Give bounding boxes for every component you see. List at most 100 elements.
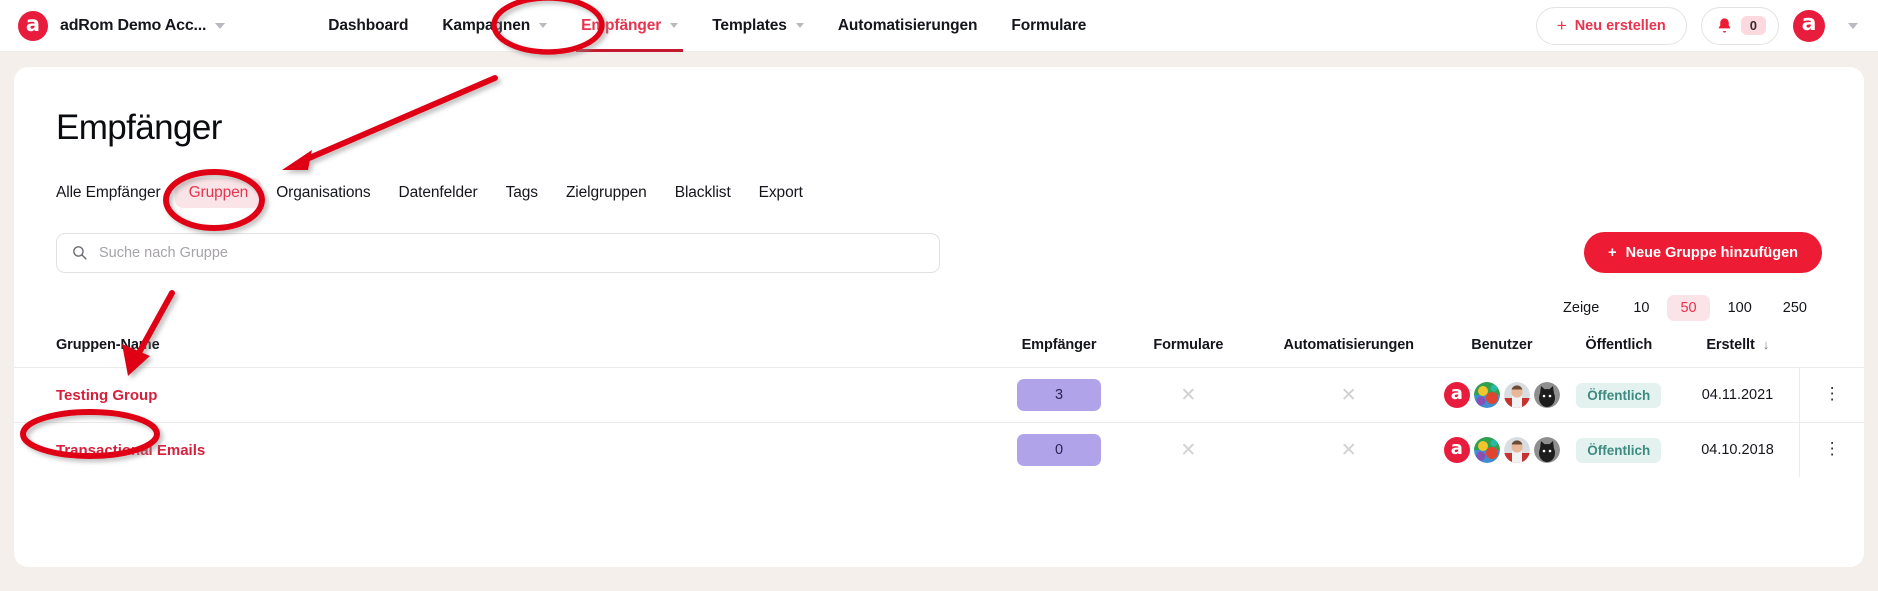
column-header-gruppen-name[interactable]: Gruppen-Name bbox=[14, 331, 997, 368]
cell-created: 04.11.2021 bbox=[1675, 367, 1800, 423]
add-group-button[interactable]: + Neue Gruppe hinzufügen bbox=[1584, 232, 1822, 273]
chevron-down-icon bbox=[670, 23, 679, 28]
tab-alle-empfaenger-label: Alle Empfänger bbox=[56, 184, 161, 201]
cross-icon: ✕ bbox=[1340, 384, 1357, 406]
user-avatar-group: a bbox=[1442, 437, 1562, 463]
groups-table-body: Testing Group 3 ✕ ✕ a Öffentlich 04.11.2… bbox=[14, 367, 1864, 477]
column-header-empfaenger[interactable]: Empfänger bbox=[997, 331, 1121, 368]
page-size-option-10[interactable]: 10 bbox=[1620, 295, 1662, 321]
tab-zielgruppen[interactable]: Zielgruppen bbox=[552, 178, 661, 208]
cell-forms: ✕ bbox=[1121, 367, 1256, 423]
create-new-button-label: Neu erstellen bbox=[1574, 17, 1666, 34]
groups-table-head: Gruppen-Name Empfänger Formulare Automat… bbox=[14, 331, 1864, 368]
cat-avatar[interactable] bbox=[1533, 382, 1560, 408]
kebab-menu-icon[interactable]: ⋮ bbox=[1824, 384, 1841, 403]
main-menu: Dashboard Kampagnen Empfänger Templates … bbox=[311, 0, 1103, 52]
nav-item-empfaenger-label: Empfänger bbox=[581, 16, 662, 34]
status-badge-public: Öffentlich bbox=[1576, 382, 1662, 408]
page-title: Empfänger bbox=[56, 108, 222, 147]
tab-datenfelder-label: Datenfelder bbox=[398, 184, 478, 201]
nav-item-formulare[interactable]: Formulare bbox=[994, 0, 1103, 52]
bell-icon bbox=[1718, 18, 1730, 33]
chevron-down-icon[interactable] bbox=[215, 22, 226, 29]
chevron-down-icon bbox=[539, 23, 548, 28]
page-size-option-100[interactable]: 100 bbox=[1715, 295, 1765, 321]
sub-tab-bar: Alle Empfänger Gruppen Organisations Dat… bbox=[56, 178, 1864, 208]
table-row[interactable]: Testing Group 3 ✕ ✕ a Öffentlich 04.11.2… bbox=[14, 367, 1864, 423]
plus-icon: + bbox=[1556, 16, 1567, 35]
cell-recipients: 0 bbox=[996, 422, 1122, 477]
page-size-option-250[interactable]: 250 bbox=[1770, 295, 1820, 321]
chevron-down-icon[interactable] bbox=[1848, 22, 1858, 29]
user-avatar[interactable]: a bbox=[1793, 9, 1825, 42]
main-content-card: Empfänger Alle Empfänger Gruppen Organis… bbox=[14, 67, 1864, 567]
person-avatar[interactable] bbox=[1503, 382, 1530, 408]
nav-item-dashboard[interactable]: Dashboard bbox=[311, 0, 425, 52]
column-header-formulare[interactable]: Formulare bbox=[1121, 331, 1256, 368]
cell-automations: ✕ bbox=[1255, 367, 1442, 423]
nav-item-kampagnen-label: Kampagnen bbox=[442, 16, 531, 34]
tab-organisations[interactable]: Organisations bbox=[262, 178, 384, 208]
cell-row-actions[interactable]: ⋮ bbox=[1799, 367, 1864, 423]
tab-gruppen[interactable]: Gruppen bbox=[174, 178, 263, 208]
table-row[interactable]: Transactional Emails 0 ✕ ✕ a Öffentlich … bbox=[14, 422, 1864, 477]
tab-organisations-label: Organisations bbox=[276, 184, 371, 201]
cell-row-actions[interactable]: ⋮ bbox=[1799, 422, 1864, 477]
a-logo-avatar[interactable]: a bbox=[1443, 382, 1470, 408]
column-header-automatisierungen[interactable]: Automatisierungen bbox=[1256, 331, 1442, 368]
tab-blacklist[interactable]: Blacklist bbox=[661, 178, 745, 208]
adrom-logo-icon: a bbox=[18, 10, 48, 41]
nav-item-kampagnen[interactable]: Kampagnen bbox=[425, 0, 564, 52]
tab-export-label: Export bbox=[758, 184, 803, 201]
nav-item-templates[interactable]: Templates bbox=[695, 0, 821, 52]
nav-item-dashboard-label: Dashboard bbox=[328, 16, 409, 34]
a-logo-avatar[interactable]: a bbox=[1443, 437, 1470, 463]
top-navigation-bar: a adRom Demo Acc... Dashboard Kampagnen … bbox=[0, 0, 1878, 52]
person-avatar[interactable] bbox=[1503, 437, 1530, 463]
tab-tags[interactable]: Tags bbox=[492, 178, 552, 208]
cell-users: a bbox=[1441, 367, 1562, 423]
search-box[interactable] bbox=[56, 232, 940, 273]
parrot-avatar[interactable] bbox=[1473, 437, 1500, 463]
cell-recipients: 3 bbox=[996, 367, 1122, 423]
group-name-link[interactable]: Testing Group bbox=[56, 387, 157, 404]
page-size-option-50[interactable]: 50 bbox=[1667, 295, 1710, 321]
sort-descending-icon: ↓ bbox=[1762, 337, 1770, 352]
nav-item-empfaenger[interactable]: Empfänger bbox=[564, 0, 695, 52]
column-header-actions bbox=[1800, 331, 1864, 368]
tab-datenfelder[interactable]: Datenfelder bbox=[385, 178, 492, 208]
page-size-selector: Zeige 10 50 100 250 bbox=[14, 295, 1820, 321]
nav-item-automatisierungen[interactable]: Automatisierungen bbox=[821, 0, 995, 52]
kebab-menu-icon[interactable]: ⋮ bbox=[1824, 439, 1841, 458]
parrot-avatar[interactable] bbox=[1473, 382, 1500, 408]
user-avatar-group: a bbox=[1442, 382, 1562, 408]
tab-zielgruppen-label: Zielgruppen bbox=[565, 184, 647, 201]
brand-account-switcher[interactable]: a adRom Demo Acc... bbox=[18, 10, 226, 41]
tab-blacklist-label: Blacklist bbox=[674, 184, 731, 201]
column-header-benutzer[interactable]: Benutzer bbox=[1442, 331, 1562, 368]
tab-export[interactable]: Export bbox=[745, 178, 817, 208]
cell-public: Öffentlich bbox=[1561, 367, 1676, 423]
nav-item-automatisierungen-label: Automatisierungen bbox=[837, 16, 978, 34]
nav-item-templates-label: Templates bbox=[712, 16, 787, 34]
search-and-actions-row: + Neue Gruppe hinzufügen bbox=[56, 232, 1822, 273]
table-header-row: Gruppen-Name Empfänger Formulare Automat… bbox=[14, 331, 1864, 368]
search-icon bbox=[73, 246, 87, 260]
cross-icon: ✕ bbox=[1180, 439, 1197, 461]
recipient-count-badge: 0 bbox=[1017, 434, 1102, 466]
cell-group-name: Transactional Emails bbox=[14, 422, 997, 477]
notification-count-badge: 0 bbox=[1740, 16, 1766, 35]
tab-tags-label: Tags bbox=[505, 184, 538, 201]
cell-users: a bbox=[1441, 422, 1562, 477]
column-header-erstellt[interactable]: Erstellt ↓ bbox=[1676, 331, 1800, 368]
group-name-link[interactable]: Transactional Emails bbox=[56, 442, 205, 459]
column-header-oeffentlich[interactable]: Öffentlich bbox=[1562, 331, 1676, 368]
cell-forms: ✕ bbox=[1121, 422, 1256, 477]
create-new-button[interactable]: + Neu erstellen bbox=[1535, 6, 1687, 45]
tab-gruppen-label: Gruppen bbox=[188, 184, 249, 201]
nav-item-formulare-label: Formulare bbox=[1011, 16, 1087, 34]
cat-avatar[interactable] bbox=[1533, 437, 1560, 463]
notifications-button[interactable]: 0 bbox=[1700, 6, 1779, 45]
tab-alle-empfaenger[interactable]: Alle Empfänger bbox=[56, 178, 175, 208]
search-input[interactable] bbox=[99, 244, 925, 261]
